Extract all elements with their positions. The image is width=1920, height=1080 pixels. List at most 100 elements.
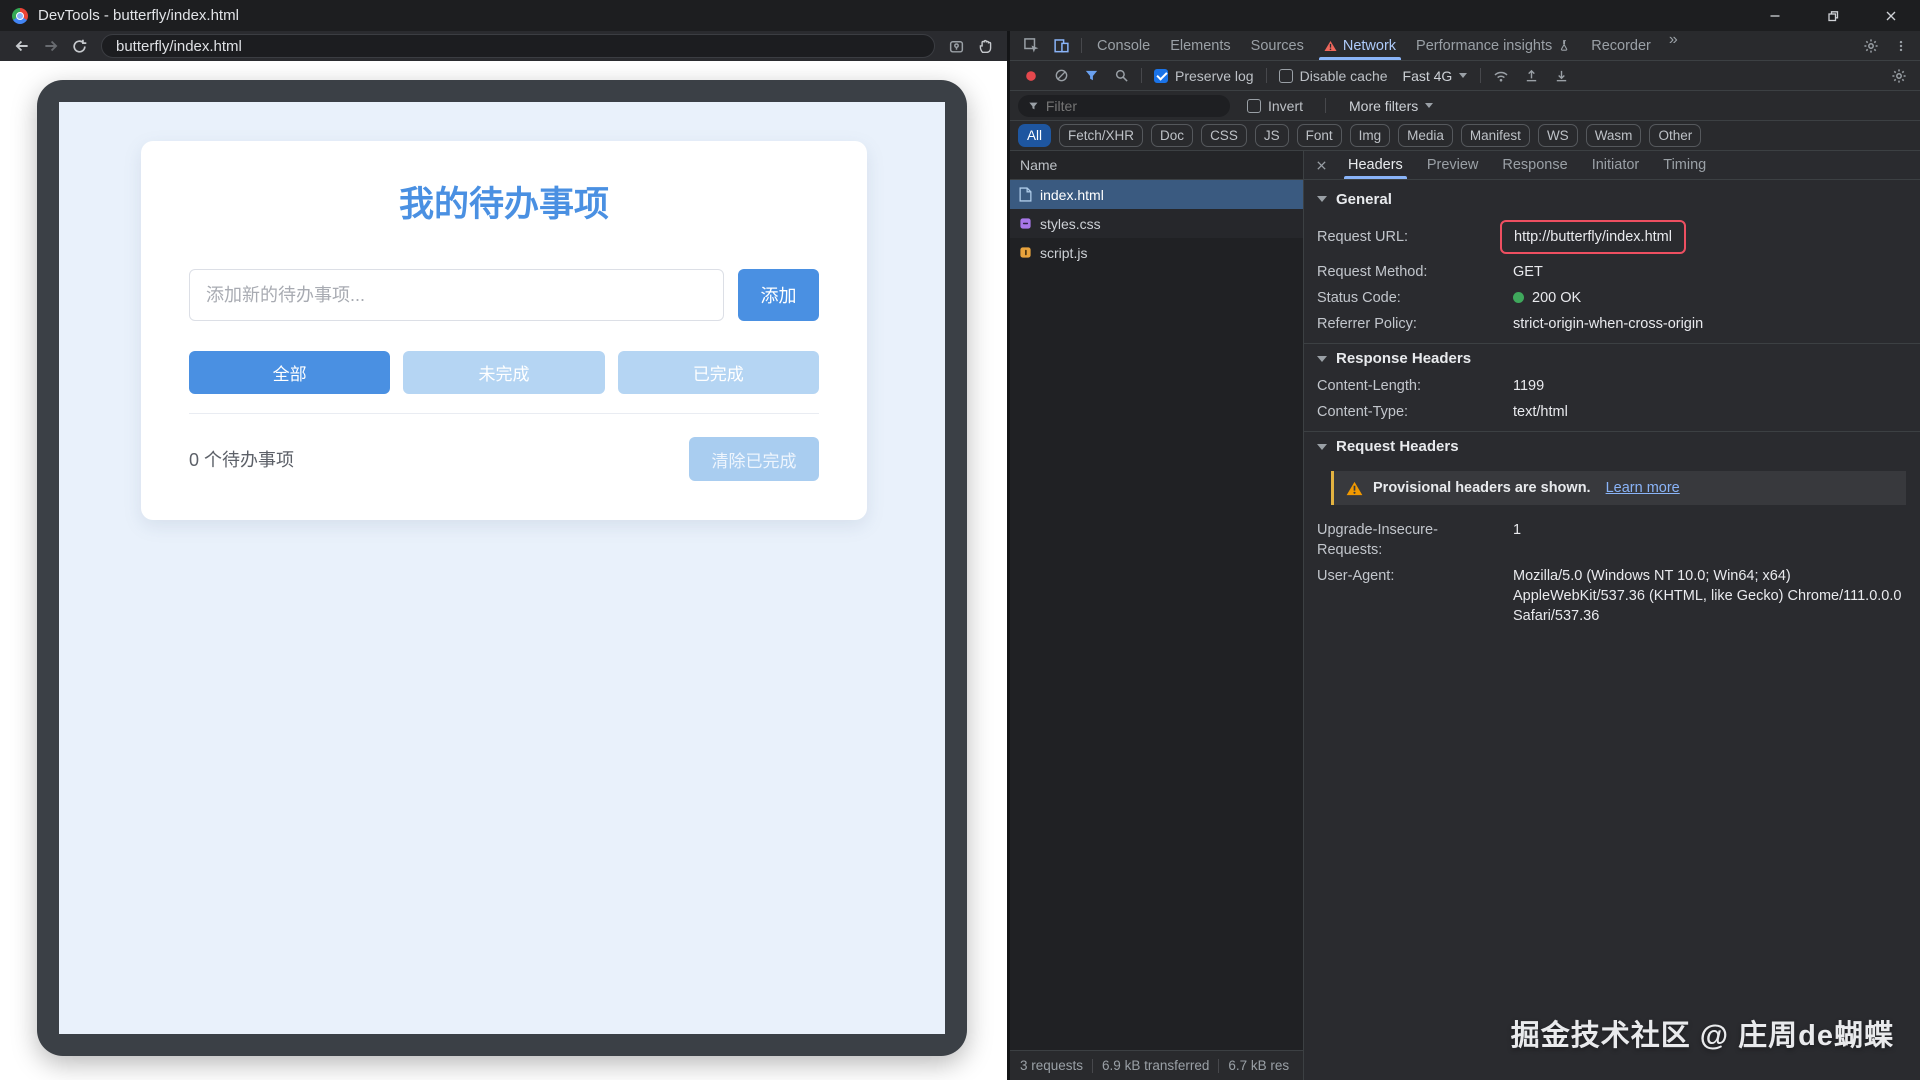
clear-icon [1055,69,1067,82]
app-logo-icon [12,7,28,24]
tab-initiator[interactable]: Initiator [1580,151,1652,179]
title-bar: DevTools - butterfly/index.html [0,0,1920,31]
tab-timing[interactable]: Timing [1651,151,1718,179]
tab-response[interactable]: Response [1490,151,1579,179]
request-url-highlight: http://butterfly/index.html [1500,220,1686,254]
section-request-headers[interactable]: Request Headers [1304,431,1920,461]
browser-navbar [0,31,1007,61]
filter-toggle-button[interactable] [1076,68,1106,83]
chevron-down-icon [1425,103,1434,108]
close-button[interactable] [1862,0,1920,31]
chip-doc[interactable]: Doc [1151,124,1194,147]
learn-more-link[interactable]: Learn more [1606,480,1680,496]
back-icon [15,40,28,52]
key-badge-icon [949,40,964,53]
inspect-element-button[interactable] [1016,31,1046,60]
chip-manifest[interactable]: Manifest [1460,124,1530,147]
rendered-page: 我的待办事项 添加 全部 未完成 已完成 0 个待办事项 [0,61,1007,1080]
filter-done-button[interactable]: 已完成 [617,351,819,394]
chip-ws[interactable]: WS [1537,124,1578,147]
disclosure-triangle-icon [1317,443,1327,450]
close-details-button[interactable] [1306,151,1336,179]
header-row-upgrade-insecure: Upgrade-Insecure-Requests: 1 [1317,522,1522,558]
request-row-script-js[interactable]: script.js [1010,238,1303,267]
tab-elements[interactable]: Elements [1160,31,1240,60]
gear-icon [1892,68,1906,83]
js-file-icon [1020,247,1031,258]
chip-wasm[interactable]: Wasm [1585,124,1642,147]
chip-other[interactable]: Other [1649,124,1702,147]
network-settings-button[interactable] [1884,68,1914,84]
throttling-select[interactable]: Fast 4G [1395,68,1476,84]
record-icon [1026,70,1036,81]
chip-css[interactable]: CSS [1201,124,1247,147]
invert-checkbox[interactable]: Invert [1240,98,1310,114]
network-conditions-button[interactable] [1486,68,1516,84]
restore-button[interactable] [1804,0,1862,31]
search-button[interactable] [1106,68,1136,83]
checkbox-unchecked-icon [1278,68,1293,83]
network-filter-bar: Invert More filters [1010,91,1920,121]
tab-recorder[interactable]: Recorder [1581,31,1661,60]
section-general[interactable]: General [1304,184,1920,214]
download-icon [1556,70,1567,82]
minimize-button[interactable] [1746,0,1804,31]
section-response-headers[interactable]: Response Headers [1304,343,1920,373]
filter-input[interactable] [1045,97,1220,114]
filter-field[interactable] [1018,94,1230,117]
filter-all-button[interactable]: 全部 [189,351,391,394]
chip-js[interactable]: JS [1254,124,1289,147]
request-list-header[interactable]: Name [1010,151,1303,180]
request-row-index-html[interactable]: index.html [1010,180,1303,209]
touch-mode-button[interactable] [972,33,999,59]
minimize-icon [1770,14,1780,17]
network-warning-icon [1324,40,1337,51]
tab-preview[interactable]: Preview [1415,151,1491,179]
window-title: DevTools - butterfly/index.html [38,7,239,24]
requests-count: 3 requests [1020,1058,1084,1073]
tab-network[interactable]: Network [1314,31,1406,60]
more-tabs-button[interactable]: » [1661,31,1686,60]
disable-cache-checkbox[interactable]: Disable cache [1272,68,1395,84]
tab-sources[interactable]: Sources [1241,31,1314,60]
filter-active-button[interactable]: 未完成 [403,351,605,394]
document-file-icon [1019,187,1032,202]
headers-panel: Headers Preview Response Initiator Timin… [1304,151,1920,1080]
address-input[interactable] [116,37,920,55]
clear-completed-button[interactable]: 清除已完成 [689,437,819,481]
device-screen: 我的待办事项 添加 全部 未完成 已完成 0 个待办事项 [59,102,945,1034]
record-button[interactable] [1016,69,1046,83]
upload-icon [1526,69,1537,82]
headers-content: General Request URL: http://butterfly/in… [1304,180,1920,1080]
tab-performance-insights[interactable]: Performance insights [1406,31,1581,60]
preserve-log-checkbox[interactable]: Preserve log [1147,68,1261,84]
tab-console[interactable]: Console [1087,31,1160,60]
request-row-styles-css[interactable]: styles.css [1010,209,1303,238]
export-har-button[interactable] [1546,68,1576,83]
todo-card: 我的待办事项 添加 全部 未完成 已完成 0 个待办事项 [141,141,867,520]
status-separator [1218,1058,1220,1073]
chip-font[interactable]: Font [1296,124,1342,147]
reload-button[interactable] [66,33,93,59]
chip-fetch-xhr[interactable]: Fetch/XHR [1059,124,1144,147]
chip-img[interactable]: Img [1349,124,1391,147]
back-button[interactable] [8,33,35,59]
devtools-menu-button[interactable] [1886,38,1916,54]
device-toolbar-button[interactable] [1046,31,1076,60]
address-bar[interactable] [101,34,935,58]
clear-button[interactable] [1046,68,1076,83]
import-har-button[interactable] [1516,68,1546,83]
signal-icon [1494,71,1508,81]
tab-headers[interactable]: Headers [1336,151,1415,179]
todo-input[interactable] [189,269,724,321]
chip-all[interactable]: All [1018,124,1052,147]
more-filters-button[interactable]: More filters [1341,98,1441,114]
device-frame: 我的待办事项 添加 全部 未完成 已完成 0 个待办事项 [37,80,967,1056]
password-manager-button[interactable] [943,33,970,59]
warning-triangle-icon [1346,481,1363,495]
add-todo-button[interactable]: 添加 [738,269,819,321]
chip-media[interactable]: Media [1398,124,1453,147]
network-status-bar: 3 requests 6.9 kB transferred 6.7 kB res [1010,1050,1303,1080]
forward-button[interactable] [37,33,64,59]
devtools-settings-button[interactable] [1856,38,1886,54]
